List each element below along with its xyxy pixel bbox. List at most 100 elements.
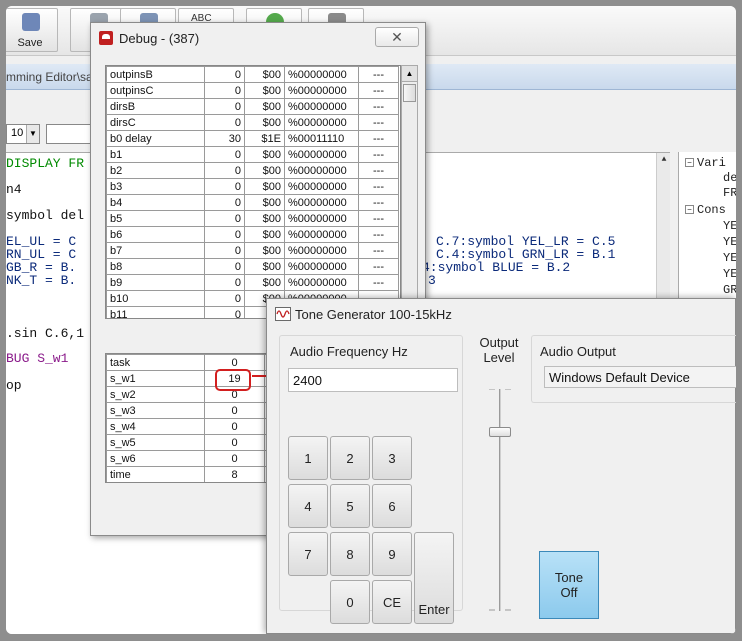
variable-cell-name: b1 <box>106 146 205 163</box>
variable-cell-dec: 0 <box>204 82 245 99</box>
key-4-button[interactable]: 4 <box>288 484 328 528</box>
enter-label: Enter <box>418 602 450 617</box>
scroll-up-icon[interactable]: ▲ <box>402 66 417 82</box>
variable-row[interactable]: b5 0 $00 %00000000 --- <box>106 210 399 227</box>
tone-generator-window[interactable]: Tone Generator 100-15kHz Audio Frequency… <box>266 298 736 634</box>
variable-cell-chr: --- <box>358 114 399 131</box>
word-variable-value: 0 <box>204 434 265 451</box>
variable-cell-chr: --- <box>358 178 399 195</box>
output-level-slider-track[interactable] <box>499 389 501 611</box>
variable-cell-bin: %00000000 <box>284 258 359 275</box>
variable-cell-dec: 0 <box>204 274 245 291</box>
tree-node-constants[interactable]: − Cons <box>685 203 726 217</box>
variable-cell-hex: $00 <box>244 226 285 243</box>
code-line: NK_T = B. <box>6 273 77 288</box>
variable-cell-hex: $00 <box>244 178 285 195</box>
variable-row[interactable]: dirsB 0 $00 %00000000 --- <box>106 98 399 115</box>
variable-cell-dec: 0 <box>204 210 245 227</box>
key-0-button[interactable]: 0 <box>330 580 370 624</box>
key-5-button[interactable]: 5 <box>330 484 370 528</box>
level-ticks <box>505 389 511 611</box>
key-9-button[interactable]: 9 <box>372 532 412 576</box>
variable-row[interactable]: outpinsC 0 $00 %00000000 --- <box>106 82 399 99</box>
code-line: symbol del <box>6 208 85 223</box>
tone-title: Tone Generator 100-15kHz <box>295 307 452 322</box>
tone-toggle-button[interactable]: Tone Off <box>539 551 599 619</box>
tree-leaf[interactable]: de <box>723 171 736 185</box>
code-line-continued: 3 <box>428 273 436 288</box>
debug-titlebar[interactable]: Debug - (387) ✕ <box>91 23 425 53</box>
tree-leaf[interactable]: GR <box>723 283 736 297</box>
collapse-icon[interactable]: − <box>685 205 694 214</box>
word-variable-name: s_w4 <box>106 418 205 435</box>
code-line: op <box>6 378 22 393</box>
variable-row[interactable]: b9 0 $00 %00000000 --- <box>106 274 399 291</box>
level-ticks <box>489 389 495 611</box>
variable-row[interactable]: b4 0 $00 %00000000 --- <box>106 194 399 211</box>
save-button[interactable]: Save <box>6 8 58 52</box>
variable-cell-dec: 0 <box>204 226 245 243</box>
key-3-button[interactable]: 3 <box>372 436 412 480</box>
variable-cell-hex: $00 <box>244 194 285 211</box>
variable-row[interactable]: b2 0 $00 %00000000 --- <box>106 162 399 179</box>
key-6-button[interactable]: 6 <box>372 484 412 528</box>
tree-leaf[interactable]: YE <box>723 235 736 249</box>
variable-cell-dec: 0 <box>204 146 245 163</box>
tone-toggle-label: Tone Off <box>554 570 584 600</box>
variable-cell-dec: 0 <box>204 178 245 195</box>
variable-cell-bin: %00000000 <box>284 114 359 131</box>
variable-cell-hex: $00 <box>244 98 285 115</box>
zoom-value: 10 <box>11 127 24 139</box>
zoom-select[interactable]: 10 ▼ <box>6 124 40 144</box>
variable-cell-bin: %00000000 <box>284 226 359 243</box>
key-1-button[interactable]: 1 <box>288 436 328 480</box>
code-line-continued: 4:symbol BLUE = B.2 <box>422 260 571 275</box>
collapse-icon[interactable]: − <box>685 158 694 167</box>
variable-row[interactable]: b6 0 $00 %00000000 --- <box>106 226 399 243</box>
close-button[interactable]: ✕ <box>375 27 419 47</box>
variable-cell-dec: 0 <box>204 306 245 318</box>
scroll-thumb[interactable] <box>403 84 416 102</box>
output-level-label: Output Level <box>479 335 519 365</box>
variable-row[interactable]: b3 0 $00 %00000000 --- <box>106 178 399 195</box>
output-level-slider-thumb[interactable] <box>489 427 511 437</box>
variable-cell-bin: %00000000 <box>284 82 359 99</box>
variable-cell-dec: 0 <box>204 242 245 259</box>
variable-cell-hex: $00 <box>244 162 285 179</box>
variable-row[interactable]: dirsC 0 $00 %00000000 --- <box>106 114 399 131</box>
key-2-button[interactable]: 2 <box>330 436 370 480</box>
variable-row[interactable]: b7 0 $00 %00000000 --- <box>106 242 399 259</box>
variable-cell-bin: %00000000 <box>284 98 359 115</box>
word-variable-value: 0 <box>204 450 265 467</box>
variable-cell-bin: %00000000 <box>284 66 359 83</box>
variable-cell-bin: %00000000 <box>284 162 359 179</box>
variable-row[interactable]: b8 0 $00 %00000000 --- <box>106 258 399 275</box>
variable-cell-bin: %00000000 <box>284 242 359 259</box>
variable-cell-bin: %00000000 <box>284 210 359 227</box>
enter-button[interactable]: Enter <box>414 532 454 624</box>
variable-cell-chr: --- <box>358 258 399 275</box>
key-7-button[interactable]: 7 <box>288 532 328 576</box>
tree-leaf[interactable]: YE <box>723 251 736 265</box>
frequency-input[interactable]: 2400 <box>288 368 458 392</box>
code-line: n4 <box>6 182 22 197</box>
document-breadcrumb[interactable]: mming Editor\sa <box>6 70 93 84</box>
scroll-up-icon[interactable]: ▲ <box>657 153 671 167</box>
variable-row[interactable]: b1 0 $00 %00000000 --- <box>106 146 399 163</box>
chevron-down-icon[interactable]: ▼ <box>26 125 39 143</box>
tree-leaf[interactable]: YE <box>723 219 736 233</box>
variable-table-panel[interactable]: outpinsB 0 $00 %00000000 --- outpinsC 0 $00 %000… <box>105 65 401 319</box>
frequency-group: Audio Frequency Hz 2400 1 2 3 4 5 6 7 8 … <box>279 335 463 624</box>
tree-leaf[interactable]: FR <box>723 186 736 200</box>
tree-node-variables[interactable]: − Vari <box>685 156 726 170</box>
variable-table: outpinsB 0 $00 %00000000 --- outpinsC 0 $00 %000… <box>106 66 399 318</box>
variable-scrollbar[interactable]: ▲ <box>401 65 418 319</box>
variable-row[interactable]: outpinsB 0 $00 %00000000 --- <box>106 66 399 83</box>
audio-device-select[interactable]: Windows Default Device <box>544 366 736 388</box>
variable-cell-hex: $00 <box>244 146 285 163</box>
key-8-button[interactable]: 8 <box>330 532 370 576</box>
word-variable-name: s_w6 <box>106 450 205 467</box>
variable-row[interactable]: b0 delay 30 $1E %00011110 --- <box>106 130 399 147</box>
clear-entry-button[interactable]: CE <box>372 580 412 624</box>
tree-leaf[interactable]: YE <box>723 267 736 281</box>
